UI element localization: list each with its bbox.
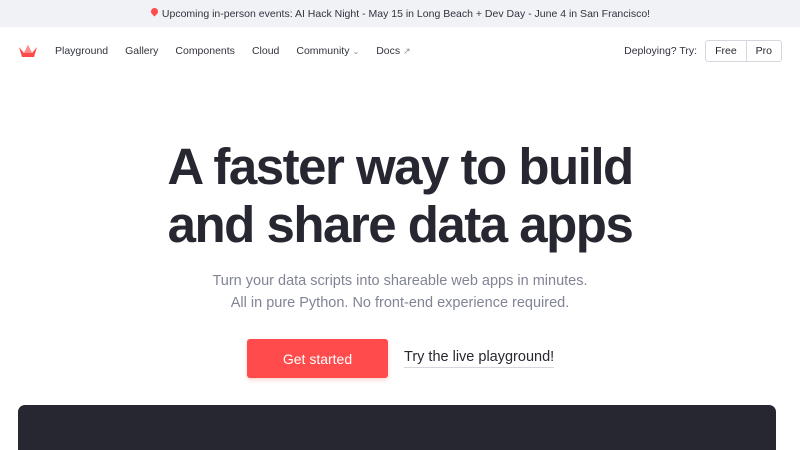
nav-link-label: Cloud [251,45,280,57]
nav-link-components[interactable]: Components [175,45,235,57]
hero-title: A faster way to build and share data app… [0,138,800,254]
location-pin-icon [150,8,159,19]
live-playground-link[interactable]: Try the live playground! [404,349,555,368]
announcement-banner[interactable]: Upcoming in-person events: AI Hack Night… [0,0,800,27]
nav-link-label: Community [296,45,350,57]
chevron-down-icon: ⌄ [352,46,360,56]
pro-button[interactable]: Pro [745,41,781,61]
nav-link-label: Playground [55,45,109,57]
get-started-button[interactable]: Get started [247,339,388,378]
nav-link-playground[interactable]: Playground [55,45,108,57]
external-link-icon: ↗ [403,45,411,56]
hero-subtitle-line-2: All in pure Python. No front-end experie… [230,295,570,311]
hero-subtitle: Turn your data scripts into shareable we… [0,270,800,314]
hero-subtitle-line-1: Turn your data scripts into shareable we… [212,273,588,289]
streamlit-logo[interactable] [18,43,38,59]
announcement-text[interactable]: Upcoming in-person events: AI Hack Night… [162,8,650,20]
deploying-label: Deploying? Try: [624,45,698,57]
nav-link-community[interactable]: Community ⌄ [296,45,359,57]
hero-title-line-2: and share data apps [167,196,634,253]
deploy-button-group: Free Pro [705,40,782,62]
nav-links: Playground Gallery Components Cloud Comm… [55,45,411,57]
nav-link-gallery[interactable]: Gallery [125,45,158,57]
hero-title-line-1: A faster way to build [167,138,634,195]
demo-preview-panel [18,405,776,450]
nav-link-cloud[interactable]: Cloud [252,45,279,57]
nav-link-label: Components [175,45,235,57]
nav-link-label: Gallery [125,45,159,57]
nav-link-label: Docs [376,45,401,57]
free-button[interactable]: Free [706,41,746,61]
crown-icon [19,45,37,57]
deploy-cta-group: Deploying? Try: Free Pro [624,40,782,62]
nav-link-docs[interactable]: Docs ↗ [376,45,410,57]
top-nav: Playground Gallery Components Cloud Comm… [0,27,800,75]
